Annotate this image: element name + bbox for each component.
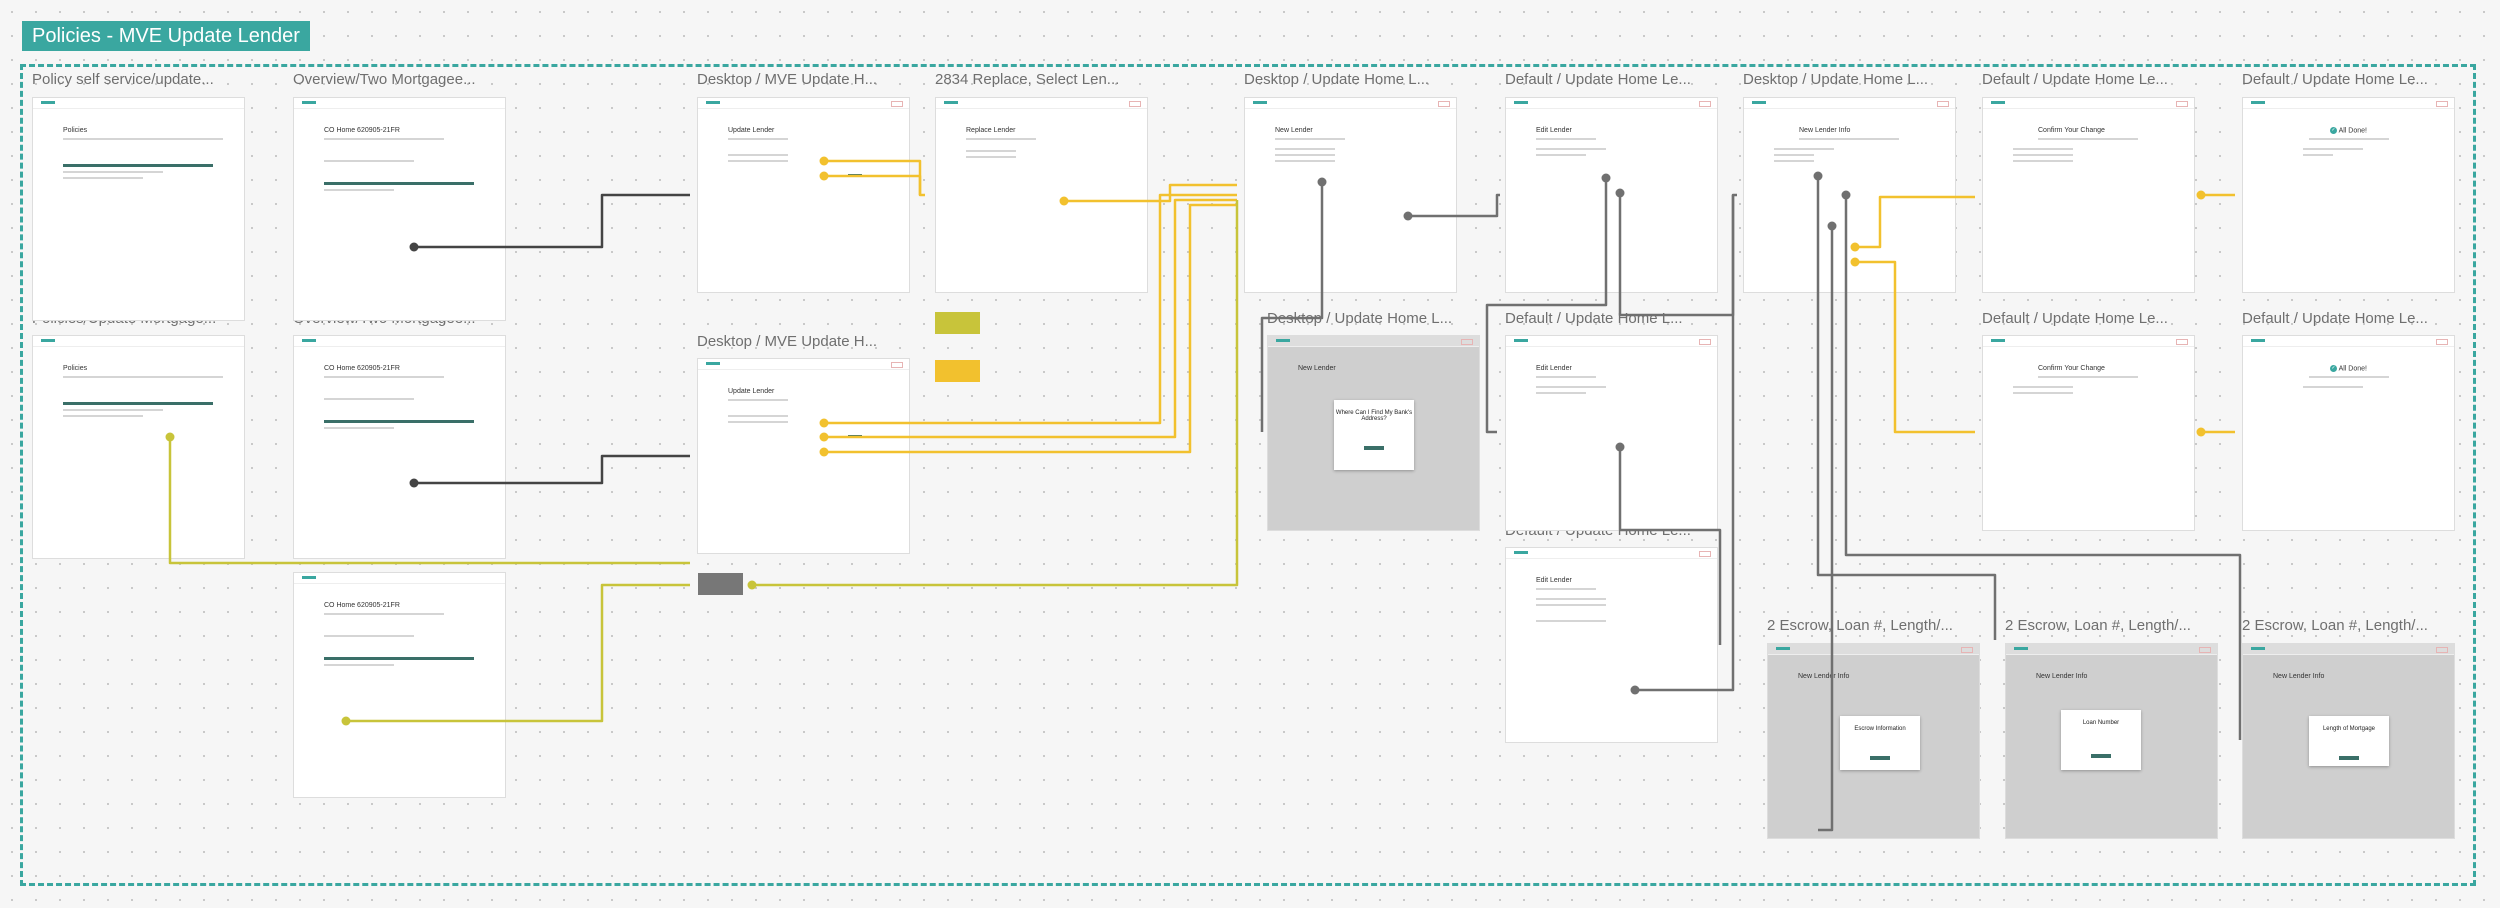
connector-dot xyxy=(1630,685,1640,695)
connector-line xyxy=(1844,195,2242,740)
connector-dot xyxy=(1059,196,1069,206)
connector-dot xyxy=(819,418,829,428)
connector-dot xyxy=(1841,190,1851,200)
connector-dot xyxy=(165,432,175,442)
connector-dot xyxy=(341,716,351,726)
connector-dot xyxy=(1615,188,1625,198)
connector-dot xyxy=(1601,173,1611,183)
connector-dot xyxy=(409,478,419,488)
connector-dot xyxy=(1850,242,1860,252)
connector-line xyxy=(1635,195,1735,692)
connector-dot xyxy=(409,242,419,252)
connector-dot xyxy=(747,580,757,590)
connector-line xyxy=(346,583,690,723)
connector-line xyxy=(414,193,690,249)
connector-dot xyxy=(819,171,829,181)
connector-dot xyxy=(2196,427,2206,437)
connector-line xyxy=(752,200,1239,587)
connector-dot xyxy=(1317,177,1327,187)
connector-dot xyxy=(819,156,829,166)
connector-line xyxy=(1855,260,1975,434)
connector-dot xyxy=(819,447,829,457)
flow-connectors xyxy=(165,156,2242,832)
connector-line xyxy=(1485,178,1608,434)
connector-line xyxy=(824,174,922,195)
connector-dot xyxy=(1813,171,1823,181)
connector-line xyxy=(1064,183,1237,203)
connector-line xyxy=(1260,182,1324,432)
connector-line xyxy=(1855,195,1975,249)
connector-line xyxy=(1816,176,1997,640)
connector-dot xyxy=(1403,211,1413,221)
connector-line xyxy=(1618,193,1737,317)
connector-line xyxy=(824,198,1237,439)
connector-line xyxy=(824,159,925,197)
connector-line xyxy=(414,454,690,485)
connector-line xyxy=(1818,226,1834,832)
connector-dot xyxy=(819,432,829,442)
connector-dot xyxy=(1850,257,1860,267)
connector-line xyxy=(1408,193,1500,218)
connector-line xyxy=(1618,447,1722,645)
connector-dot xyxy=(2196,190,2206,200)
connector-dot xyxy=(1827,221,1837,231)
connector-dot xyxy=(1615,442,1625,452)
